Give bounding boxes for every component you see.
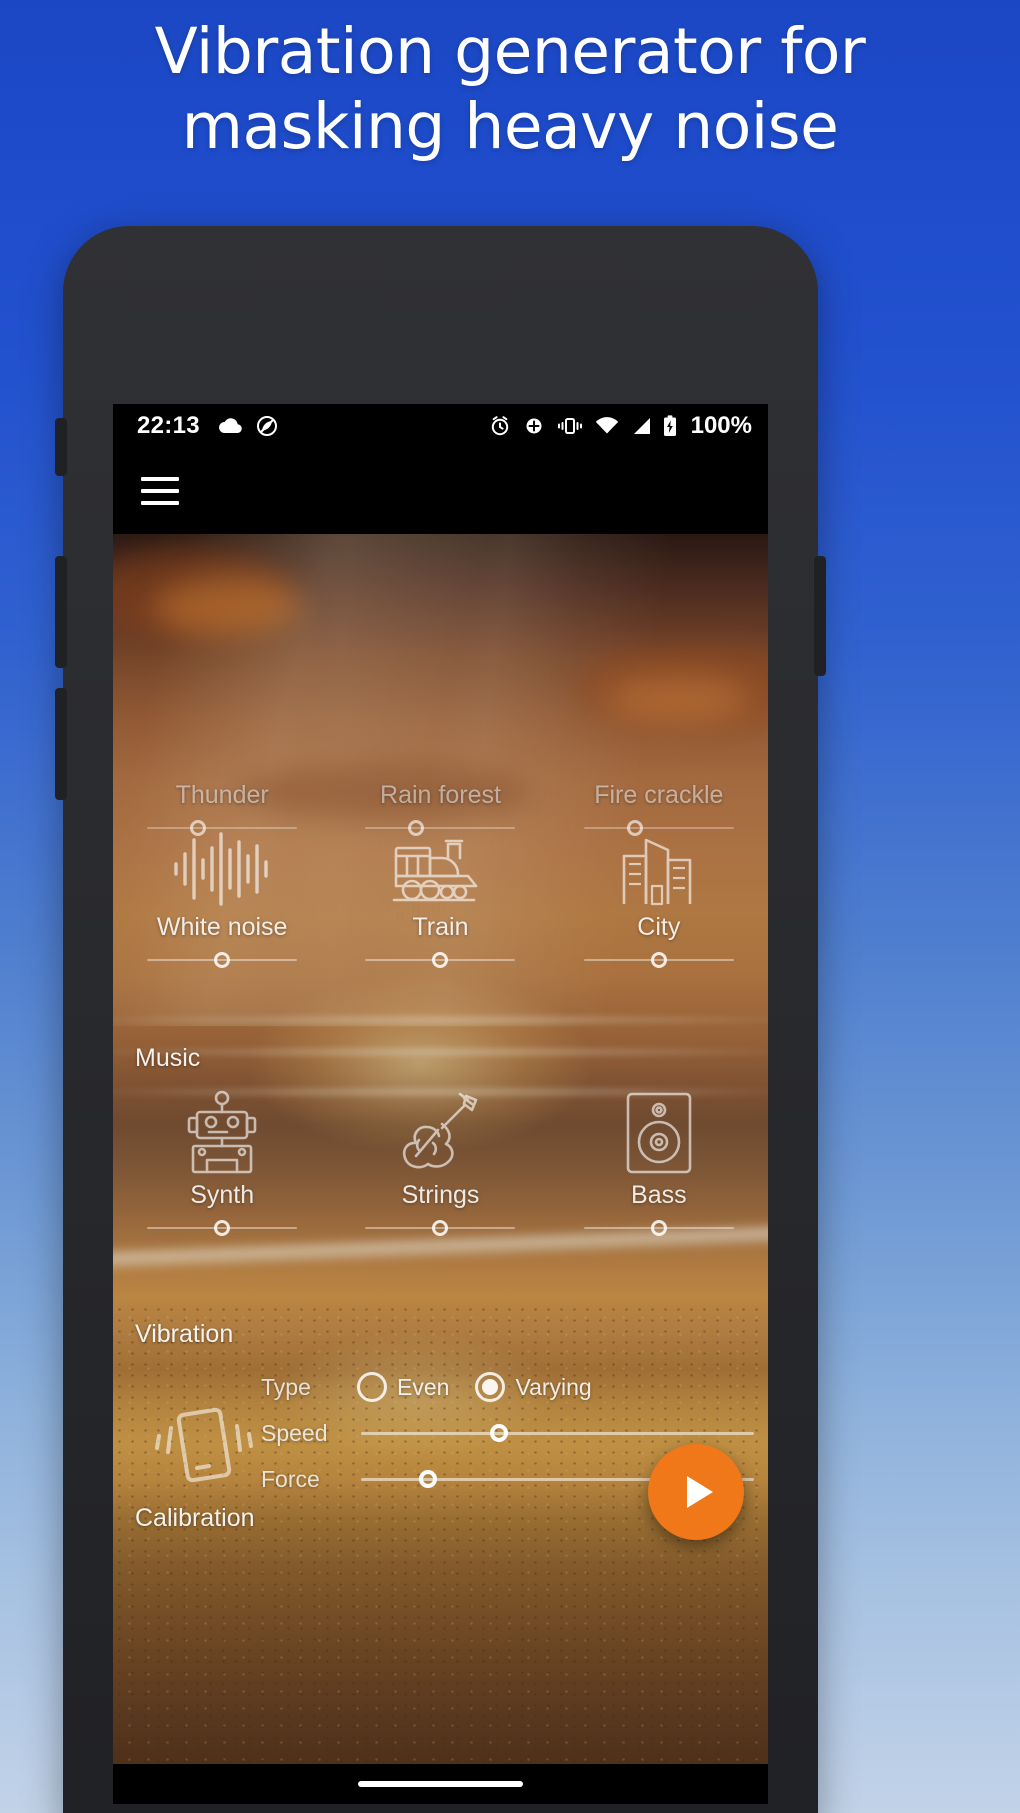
- sound-item-train[interactable]: Train: [331, 826, 549, 972]
- slider-thumb[interactable]: [214, 952, 231, 968]
- city-buildings-icon: [616, 826, 702, 908]
- type-label: Type: [261, 1373, 311, 1400]
- slider-thumb[interactable]: [489, 1424, 508, 1442]
- app-content: Thunder Rain forest Fire crackle White n…: [113, 534, 768, 1764]
- radio-even[interactable]: [357, 1372, 387, 1402]
- sound-item-thunder[interactable]: Thunder: [113, 694, 331, 840]
- sound-item-strings[interactable]: Strings: [331, 1092, 549, 1240]
- radio-varying[interactable]: [475, 1372, 506, 1402]
- status-bar: 22:13 100%: [113, 404, 768, 448]
- headline-line-1: Vibration generator for: [154, 15, 866, 88]
- force-label: Force: [261, 1465, 320, 1492]
- wifi-icon: [595, 417, 619, 435]
- phone-screen: 22:13 100% Thunder Rain forest Fire crac…: [113, 404, 768, 1804]
- sound-item-synth[interactable]: Synth: [113, 1090, 331, 1240]
- phone-button-right: [814, 556, 826, 676]
- phone-button-left-bottom: [55, 688, 67, 800]
- headline-line-2: masking heavy noise: [181, 90, 839, 163]
- violin-icon: [394, 1092, 486, 1176]
- speaker-icon: [620, 1092, 698, 1176]
- speed-label: Speed: [261, 1419, 328, 1446]
- sound-item-rain-forest[interactable]: Rain forest: [331, 694, 549, 840]
- sound-label: City: [637, 913, 681, 941]
- radio-even-label: Even: [397, 1373, 450, 1400]
- status-bar-system-icons: 100%: [489, 412, 752, 440]
- sound-item-white-noise[interactable]: White noise: [113, 826, 331, 972]
- phone-button-left-top: [55, 418, 67, 476]
- slider-thumb[interactable]: [432, 952, 449, 968]
- status-bar-clock: 22:13: [137, 412, 200, 439]
- do-not-disturb-icon: [256, 415, 278, 437]
- sound-item-city[interactable]: City: [550, 826, 768, 972]
- slider-thumb[interactable]: [432, 1220, 449, 1236]
- sound-label: Thunder: [175, 781, 269, 809]
- vibration-type-radio-group[interactable]: Even Varying: [357, 1372, 608, 1402]
- sound-label: Bass: [631, 1181, 687, 1209]
- sound-row-1: Thunder Rain forest Fire crackle: [113, 694, 768, 840]
- radio-varying-label: Varying: [515, 1373, 592, 1400]
- battery-percent-label: 100%: [690, 412, 752, 439]
- page-title: Vibration generator for masking heavy no…: [0, 14, 1020, 164]
- controls-layer: Thunder Rain forest Fire crackle White n…: [113, 534, 768, 1764]
- app-bar: [113, 448, 768, 534]
- slider-thumb[interactable]: [214, 1220, 231, 1236]
- sound-label: Rain forest: [380, 781, 501, 809]
- volume-slider-white-noise[interactable]: [147, 948, 298, 972]
- music-row: Synth Strings Bass: [113, 1090, 768, 1240]
- hamburger-menu-icon[interactable]: [141, 477, 179, 505]
- alarm-icon: [489, 415, 511, 437]
- section-title-calibration: Calibration: [135, 1504, 255, 1532]
- waveform-icon: [170, 826, 274, 908]
- slider-thumb[interactable]: [650, 952, 667, 968]
- sound-label: Fire crackle: [594, 781, 724, 809]
- vibrating-phone-icon: [149, 1398, 259, 1493]
- play-icon: [686, 1476, 713, 1508]
- play-fab-button[interactable]: [648, 1444, 744, 1540]
- sound-label: White noise: [156, 913, 288, 941]
- slider-track: [361, 1432, 754, 1435]
- section-title-vibration: Vibration: [135, 1320, 234, 1348]
- system-navigation-bar: [113, 1764, 768, 1804]
- volume-slider-city[interactable]: [583, 948, 734, 972]
- volume-slider-synth[interactable]: [147, 1216, 298, 1240]
- slider-thumb[interactable]: [418, 1470, 437, 1488]
- vibration-type-row: Type Even Varying: [261, 1364, 754, 1410]
- sound-label: Synth: [190, 1181, 255, 1209]
- battery-charging-icon: [663, 415, 677, 437]
- home-gesture-pill[interactable]: [358, 1781, 523, 1787]
- volume-slider-train[interactable]: [365, 948, 516, 972]
- cloud-icon: [218, 417, 242, 435]
- sound-item-fire-crackle[interactable]: Fire crackle: [550, 694, 768, 840]
- vibrate-icon: [557, 416, 583, 436]
- phone-button-left-mid: [55, 556, 67, 668]
- volume-slider-strings[interactable]: [365, 1216, 516, 1240]
- promo-screenshot: Vibration generator for masking heavy no…: [0, 0, 1020, 1813]
- phone-mockup: 22:13 100% Thunder Rain forest Fire crac…: [55, 226, 826, 1813]
- sound-label: Strings: [401, 1181, 480, 1209]
- robot-synth-icon: [177, 1090, 267, 1176]
- sound-row-2: White noise Train City: [113, 826, 768, 972]
- train-icon: [390, 826, 490, 908]
- location-icon: [523, 415, 545, 437]
- sound-item-bass[interactable]: Bass: [550, 1092, 768, 1240]
- section-title-music: Music: [135, 1044, 201, 1072]
- cellular-signal-icon: [631, 417, 651, 435]
- sound-label: Train: [412, 913, 469, 941]
- volume-slider-bass[interactable]: [583, 1216, 734, 1240]
- status-bar-notification-icons: [218, 415, 278, 437]
- slider-thumb[interactable]: [650, 1220, 667, 1236]
